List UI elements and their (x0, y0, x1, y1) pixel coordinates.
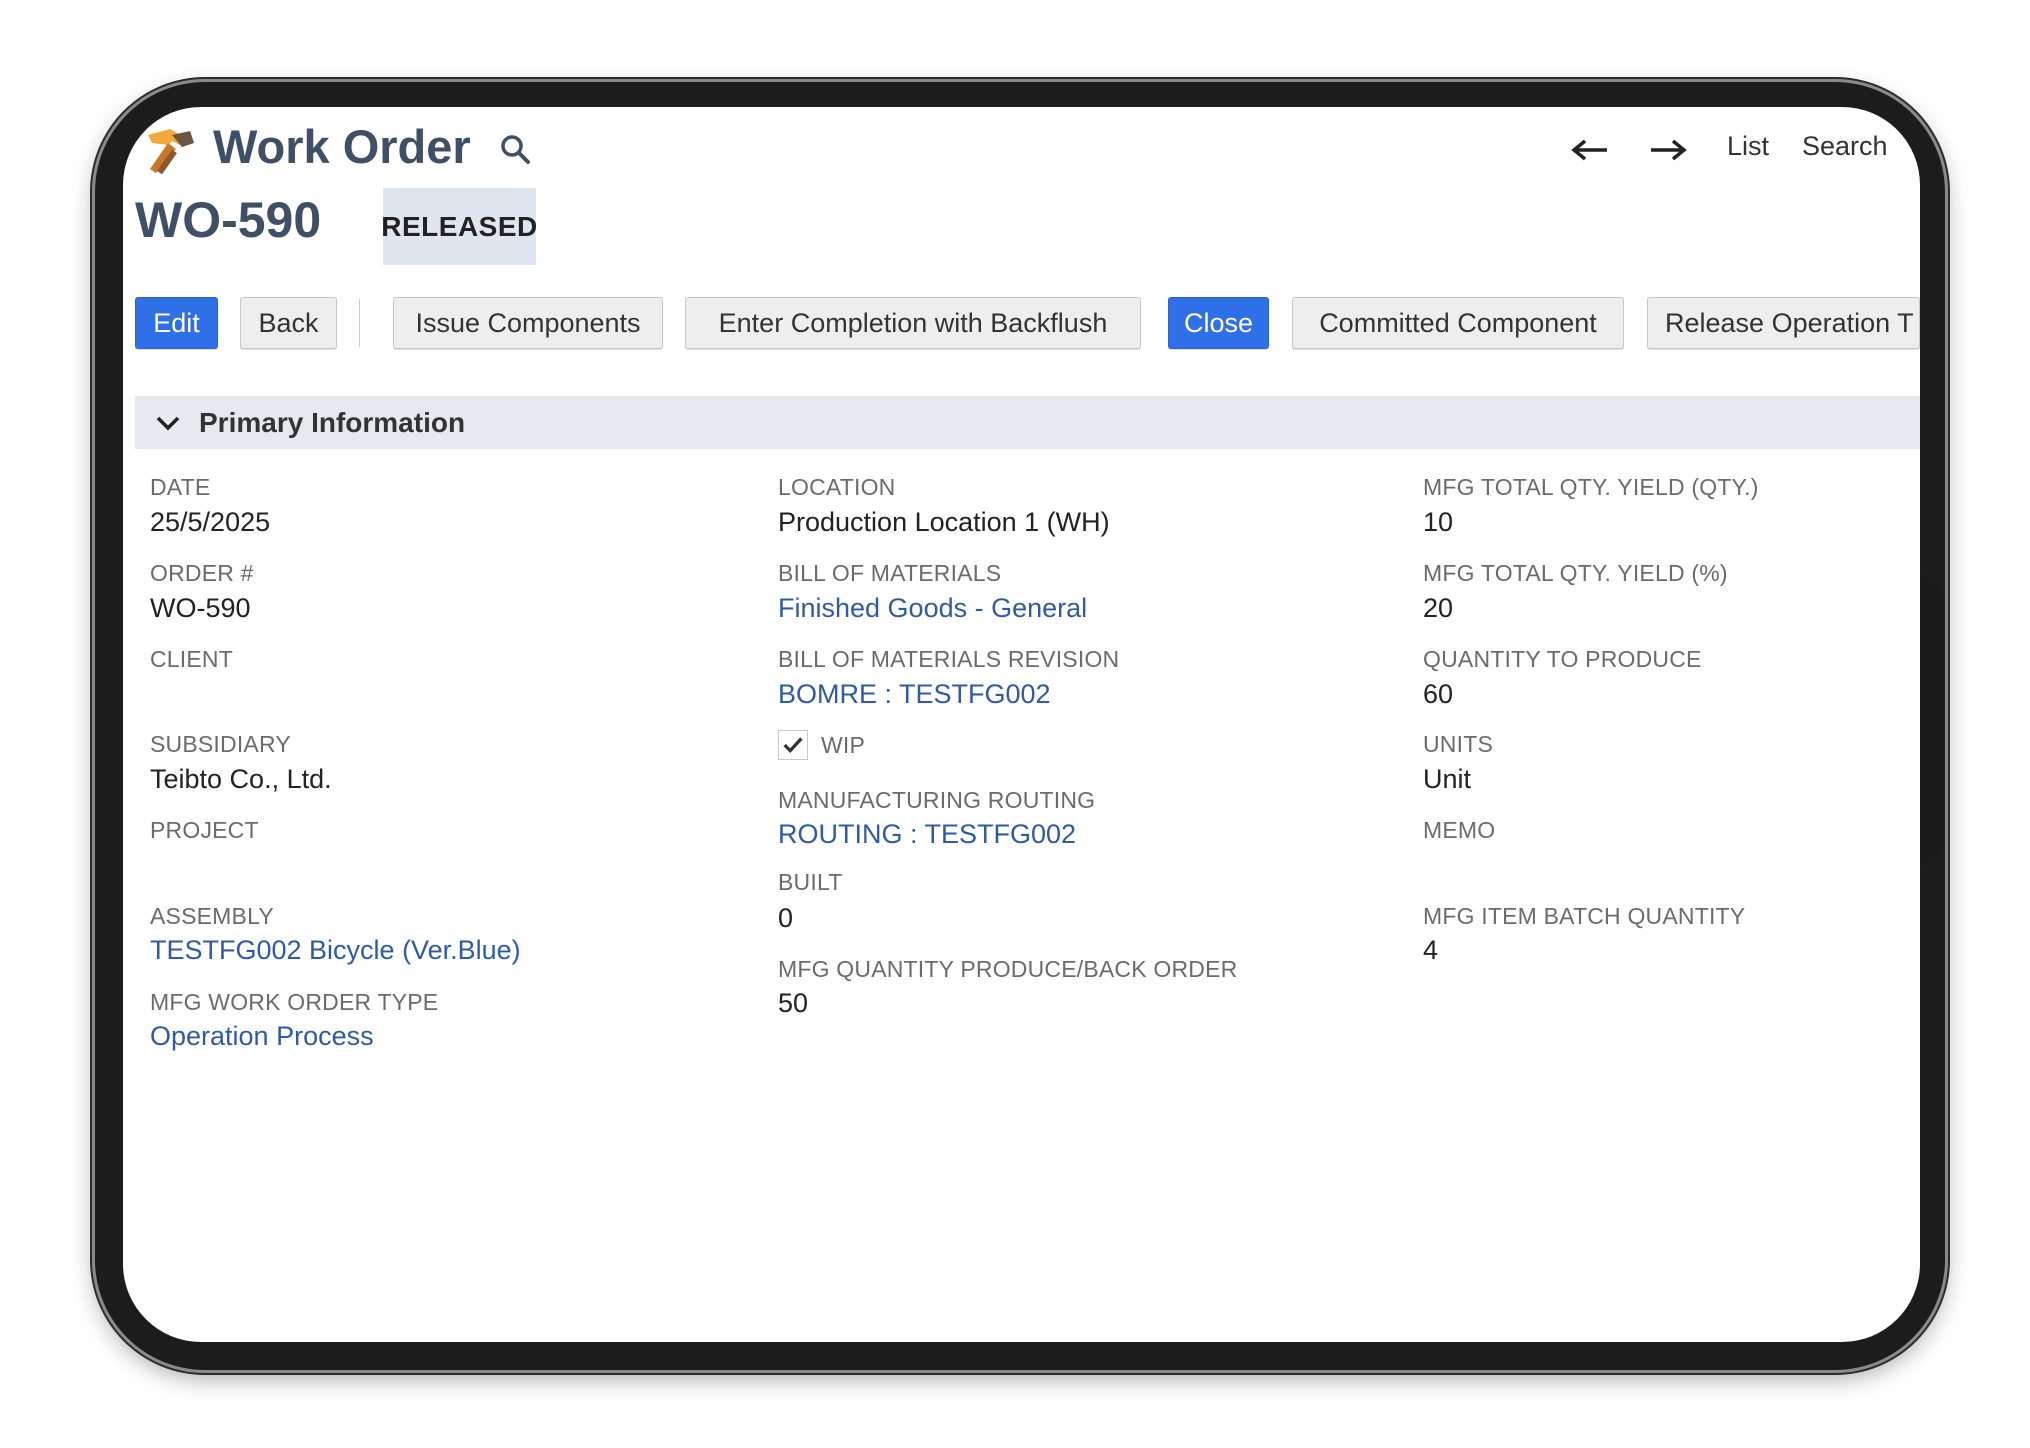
wip-label: WIP (821, 732, 866, 758)
search-icon[interactable] (498, 132, 532, 166)
date-value: 25/5/2025 (150, 507, 271, 537)
yield-pct-value: 20 (1423, 593, 1454, 623)
units-value: Unit (1423, 764, 1472, 794)
search-link[interactable]: Search (1802, 131, 1888, 162)
toolbar-divider (359, 299, 360, 347)
produce-back-order-value: 50 (778, 988, 809, 1018)
units-label: UNITS (1423, 731, 1493, 757)
hammer-icon (148, 129, 194, 175)
record-id: WO-590 (135, 192, 322, 248)
order-number-label: ORDER # (150, 560, 254, 586)
edit-button[interactable]: Edit (135, 297, 218, 349)
close-button[interactable]: Close (1168, 297, 1269, 349)
memo-label: MEMO (1423, 817, 1496, 843)
qty-to-produce-value: 60 (1423, 679, 1454, 709)
release-operation-button[interactable]: Release Operation T (1647, 297, 1920, 349)
bom-revision-label: BILL OF MATERIALS REVISION (778, 646, 1120, 672)
built-value: 0 (778, 903, 794, 933)
chevron-down-icon[interactable] (155, 415, 181, 431)
committed-component-button[interactable]: Committed Component (1292, 297, 1624, 349)
location-value: Production Location 1 (WH) (778, 507, 1110, 537)
project-label: PROJECT (150, 817, 259, 843)
assembly-link[interactable]: TESTFG002 Bicycle (Ver.Blue) (150, 935, 521, 966)
arrow-left-icon[interactable] (1569, 137, 1611, 163)
order-number-value: WO-590 (150, 593, 251, 623)
bom-label: BILL OF MATERIALS (778, 560, 1002, 586)
work-order-type-link[interactable]: Operation Process (150, 1021, 374, 1052)
built-label: BUILT (778, 869, 843, 895)
batch-qty-value: 4 (1423, 935, 1439, 965)
qty-to-produce-label: QUANTITY TO PRODUCE (1423, 646, 1702, 672)
yield-qty-label: MFG TOTAL QTY. YIELD (QTY.) (1423, 474, 1759, 500)
client-label: CLIENT (150, 646, 233, 672)
list-link[interactable]: List (1727, 131, 1769, 162)
work-order-type-label: MFG WORK ORDER TYPE (150, 989, 439, 1015)
status-badge: RELEASED (381, 188, 537, 265)
yield-pct-label: MFG TOTAL QTY. YIELD (%) (1423, 560, 1728, 586)
produce-back-order-label: MFG QUANTITY PRODUCE/BACK ORDER (778, 956, 1238, 982)
checkmark-icon (783, 737, 803, 753)
section-title: Primary Information (199, 406, 466, 438)
enter-completion-button[interactable]: Enter Completion with Backflush (685, 297, 1141, 349)
yield-qty-value: 10 (1423, 507, 1454, 537)
back-button[interactable]: Back (240, 297, 337, 349)
routing-link[interactable]: ROUTING : TESTFG002 (778, 819, 1076, 850)
assembly-label: ASSEMBLY (150, 903, 274, 929)
batch-qty-label: MFG ITEM BATCH QUANTITY (1423, 903, 1746, 929)
location-label: LOCATION (778, 474, 896, 500)
primary-information-header[interactable]: Primary Information (135, 396, 1920, 449)
arrow-right-icon[interactable] (1647, 137, 1689, 163)
page-title: Work Order (213, 120, 471, 173)
subsidiary-label: SUBSIDIARY (150, 731, 291, 757)
wip-checkbox[interactable] (778, 730, 808, 760)
date-label: DATE (150, 474, 211, 500)
issue-components-button[interactable]: Issue Components (393, 297, 663, 349)
subsidiary-value: Teibto Co., Ltd. (150, 764, 332, 794)
routing-label: MANUFACTURING ROUTING (778, 787, 1096, 813)
bom-link[interactable]: Finished Goods - General (778, 593, 1087, 624)
bom-revision-link[interactable]: BOMRE : TESTFG002 (778, 679, 1051, 710)
tablet-screen: Work Order List Search WO-590 RELEASED E… (123, 107, 1920, 1342)
